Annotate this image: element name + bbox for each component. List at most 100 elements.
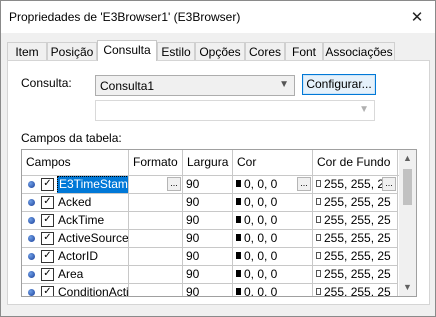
cell-largura[interactable]: 90 — [183, 248, 233, 266]
tab-font[interactable]: Font — [285, 42, 323, 60]
header-cor[interactable]: Cor — [233, 150, 313, 175]
color-swatch-icon — [236, 198, 241, 206]
cell-formato[interactable] — [129, 212, 183, 230]
cell-formato[interactable] — [129, 230, 183, 248]
cor-value: 0, 0, 0 — [244, 213, 278, 227]
cell-cor-de-fundo[interactable]: 255, 255, 25 — [313, 284, 398, 296]
cell-formato[interactable] — [129, 248, 183, 266]
cor-ellipsis-button[interactable]: ... — [297, 177, 311, 191]
color-swatch-icon — [236, 288, 241, 296]
color-swatch-icon — [316, 198, 321, 206]
cell-largura[interactable]: 90 — [183, 230, 233, 248]
cor-value: 0, 0, 0 — [244, 249, 278, 263]
cell-cor[interactable]: 0, 0, 0 — [233, 248, 313, 266]
table-row[interactable]: ✓ AckTime 90 0, 0, 0 255, 255, 25 — [22, 212, 398, 230]
color-swatch-icon — [316, 270, 321, 278]
table-row[interactable]: ✓ E3TimeStamp... 90 0, 0, 0... 255, 255, 25.… — [22, 176, 398, 194]
tab-associacoes[interactable]: Associações — [323, 42, 395, 60]
cell-cor-de-fundo[interactable]: 255, 255, 25 — [313, 230, 398, 248]
fields-grid[interactable]: Campos Formato Largura Cor Cor de Fundo … — [21, 149, 417, 297]
tab-posicao[interactable]: Posição — [47, 42, 97, 60]
cell-campo[interactable]: ✓ E3TimeStamp — [22, 176, 129, 194]
cell-cor[interactable]: 0, 0, 0... — [233, 176, 313, 194]
cell-cor[interactable]: 0, 0, 0 — [233, 266, 313, 284]
chevron-down-icon: ▼ — [359, 104, 369, 115]
cell-largura[interactable]: 90 — [183, 176, 233, 194]
header-campos[interactable]: Campos — [22, 150, 129, 175]
cell-largura[interactable]: 90 — [183, 194, 233, 212]
field-bullet-icon — [28, 199, 35, 206]
cell-cor[interactable]: 0, 0, 0 — [233, 194, 313, 212]
cell-formato[interactable] — [129, 266, 183, 284]
cell-cor-de-fundo[interactable]: 255, 255, 25 — [313, 266, 398, 284]
cell-largura[interactable]: 90 — [183, 284, 233, 296]
cell-campo[interactable]: ✓ ActiveSource — [22, 230, 129, 248]
cell-campo[interactable]: ✓ Area — [22, 266, 129, 284]
color-swatch-icon — [236, 270, 241, 278]
fundo-value: 255, 255, 25 — [324, 177, 391, 191]
field-checkbox[interactable]: ✓ — [41, 196, 54, 209]
cell-campo[interactable]: ✓ AckTime — [22, 212, 129, 230]
table-row[interactable]: ✓ ConditionActiv 90 0, 0, 0 255, 255, 25 — [22, 284, 398, 296]
close-icon: ✕ — [410, 9, 424, 26]
table-row[interactable]: ✓ ActorID 90 0, 0, 0 255, 255, 25 — [22, 248, 398, 266]
color-swatch-icon — [316, 288, 321, 296]
header-cor-de-fundo[interactable]: Cor de Fundo — [313, 150, 398, 175]
field-name: E3TimeStamp — [57, 176, 128, 193]
scroll-down-icon[interactable]: ▼ — [399, 279, 416, 296]
field-checkbox[interactable]: ✓ — [41, 268, 54, 281]
cell-largura[interactable]: 90 — [183, 212, 233, 230]
cell-formato[interactable] — [129, 194, 183, 212]
cell-cor-de-fundo[interactable]: 255, 255, 25 — [313, 248, 398, 266]
close-button[interactable]: ✕ — [399, 1, 435, 33]
fundo-value: 255, 255, 25 — [324, 267, 391, 281]
cell-cor[interactable]: 0, 0, 0 — [233, 230, 313, 248]
fundo-ellipsis-button[interactable]: ... — [382, 177, 396, 191]
tab-cores[interactable]: Cores — [245, 42, 285, 60]
chevron-down-icon: ▼ — [279, 79, 289, 90]
cell-cor[interactable]: 0, 0, 0 — [233, 284, 313, 296]
field-checkbox[interactable]: ✓ — [41, 214, 54, 227]
configurar-button[interactable]: Configurar... — [302, 74, 376, 95]
table-row[interactable]: ✓ Acked 90 0, 0, 0 255, 255, 25 — [22, 194, 398, 212]
cell-cor[interactable]: 0, 0, 0 — [233, 212, 313, 230]
color-swatch-icon — [236, 180, 241, 188]
cell-cor-de-fundo[interactable]: 255, 255, 25... — [313, 176, 398, 194]
cell-formato[interactable] — [129, 284, 183, 296]
color-swatch-icon — [316, 180, 321, 188]
cell-largura[interactable]: 90 — [183, 266, 233, 284]
field-checkbox[interactable]: ✓ — [41, 286, 54, 296]
tab-item[interactable]: Item — [7, 42, 47, 60]
field-checkbox[interactable]: ✓ — [41, 250, 54, 263]
cell-campo[interactable]: ✓ ConditionActiv — [22, 284, 129, 296]
table-row[interactable]: ✓ Area 90 0, 0, 0 255, 255, 25 — [22, 266, 398, 284]
cell-cor-de-fundo[interactable]: 255, 255, 25 — [313, 194, 398, 212]
tab-estilo[interactable]: Estilo — [157, 42, 195, 60]
color-swatch-icon — [316, 216, 321, 224]
formato-ellipsis-button[interactable]: ... — [167, 177, 181, 191]
tab-strip: Item Posição Consulta Estilo Opções Core… — [7, 40, 431, 61]
cell-campo[interactable]: ✓ ActorID — [22, 248, 129, 266]
vertical-scrollbar[interactable]: ▲ ▼ — [399, 150, 416, 296]
scroll-thumb[interactable] — [403, 169, 412, 205]
tab-consulta[interactable]: Consulta — [97, 40, 157, 61]
fundo-value: 255, 255, 25 — [324, 195, 391, 209]
field-name: ActiveSource — [58, 231, 129, 245]
scroll-up-icon[interactable]: ▲ — [399, 150, 416, 167]
cell-formato[interactable]: ... — [129, 176, 183, 194]
color-swatch-icon — [236, 252, 241, 260]
field-bullet-icon — [28, 235, 35, 242]
field-bullet-icon — [28, 217, 35, 224]
cell-cor-de-fundo[interactable]: 255, 255, 25 — [313, 212, 398, 230]
table-row[interactable]: ✓ ActiveSource 90 0, 0, 0 255, 255, 25 — [22, 230, 398, 248]
title-bar: Propriedades de 'E3Browser1' (E3Browser)… — [1, 1, 435, 33]
consulta-select[interactable]: Consulta1 ▼ — [95, 75, 295, 96]
field-checkbox[interactable]: ✓ — [41, 178, 54, 191]
fundo-value: 255, 255, 25 — [324, 231, 391, 245]
color-swatch-icon — [236, 234, 241, 242]
tab-opcoes[interactable]: Opções — [195, 42, 245, 60]
header-largura[interactable]: Largura — [183, 150, 233, 175]
field-checkbox[interactable]: ✓ — [41, 232, 54, 245]
header-formato[interactable]: Formato — [129, 150, 183, 175]
cell-campo[interactable]: ✓ Acked — [22, 194, 129, 212]
